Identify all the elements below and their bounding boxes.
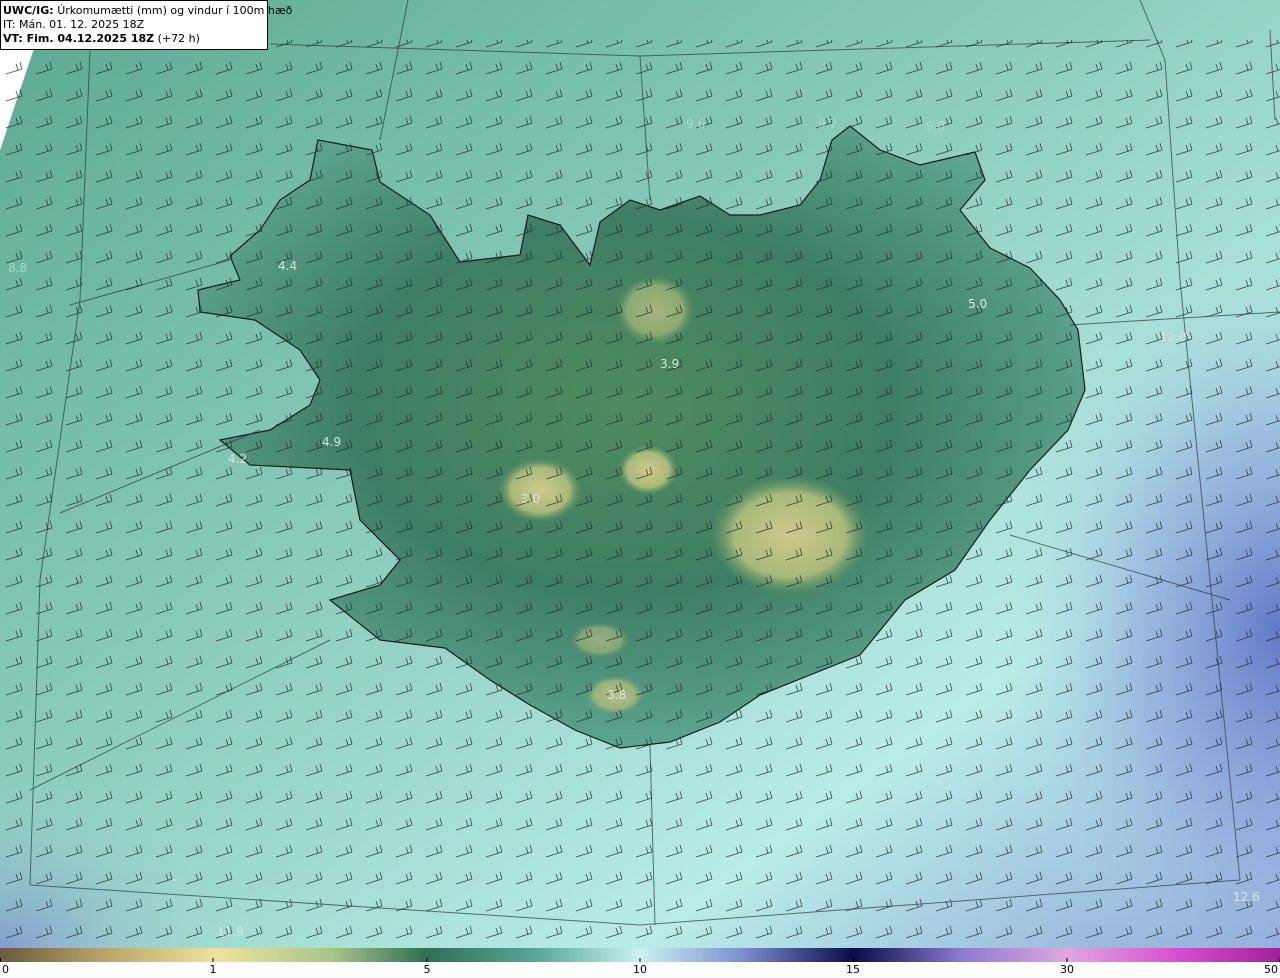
value-label: 11.9: [217, 925, 244, 939]
value-label: 3.0: [521, 492, 540, 506]
colorbar-tick: 10: [633, 963, 647, 976]
weather-map: 4.4 4.9 4.2 3.0 3.9 3.8 5.0 12.0 12.6 11…: [0, 0, 1280, 948]
value-label: 4.9: [322, 435, 341, 449]
valid-time-value: VT: Fim. 04.12.2025 18Z: [3, 32, 155, 45]
value-label: 9.6: [686, 117, 705, 131]
value-label: 9.7: [818, 117, 837, 131]
valid-time-line: VT: Fim. 04.12.2025 18Z (+72 h): [3, 32, 267, 46]
colorbar-tick: 1: [209, 963, 217, 976]
map-info-box: UWC/IG: Úrkomumætti (mm) og vindur í 100…: [0, 0, 292, 50]
value-label: 12.0: [1160, 330, 1187, 344]
value-label: 5.0: [968, 297, 987, 311]
init-time-line: IT: Mán. 01. 12. 2025 18Z: [3, 18, 267, 32]
value-label: 3.8: [607, 688, 626, 702]
value-label: 8.8: [8, 261, 27, 275]
value-label: 9.8: [926, 119, 945, 133]
colorbar-tick: 30: [1060, 963, 1074, 976]
colorbar: [0, 948, 1280, 962]
value-label: 4.2: [228, 452, 247, 466]
init-time-label: IT:: [3, 18, 16, 31]
colorbar-tick: 50: [1264, 963, 1278, 976]
map-title-line: UWC/IG: Úrkomumætti (mm) og vindur í 100…: [3, 4, 292, 18]
model-label: UWC/IG:: [3, 4, 54, 17]
colorbar-tick: 15: [846, 963, 860, 976]
value-label: 3.9: [660, 357, 679, 371]
init-time-value: Mán. 01. 12. 2025 18Z: [18, 18, 145, 31]
map-title: Úrkomumætti (mm) og vindur í 100m hæð: [57, 4, 293, 17]
value-label: 4.4: [278, 259, 297, 273]
value-label: 12.6: [1233, 890, 1260, 904]
wind-barbs: [0, 40, 1280, 945]
colorbar-tick: 5: [423, 963, 431, 976]
colorbar-tick: 0: [2, 963, 9, 976]
lead-time: (+72 h): [157, 32, 200, 45]
